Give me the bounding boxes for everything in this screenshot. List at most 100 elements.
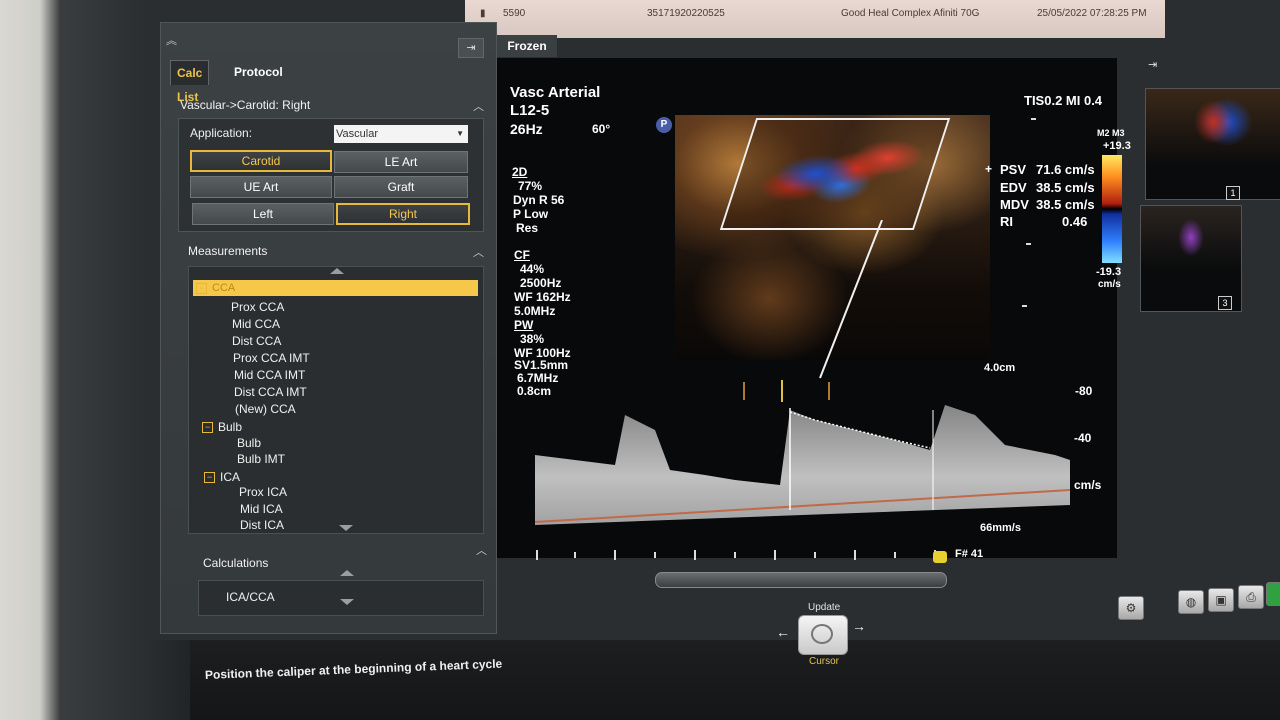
cf-frequency: 5.0MHz	[514, 304, 556, 318]
chevron-up-icon[interactable]: ︿	[473, 96, 484, 118]
scale-minus-80: -80	[1075, 384, 1093, 398]
left-button[interactable]: Left	[192, 203, 334, 225]
pw-depth: 0.8cm	[517, 384, 552, 398]
2d-persistence: P Low	[513, 207, 549, 221]
spectral-doppler-trace[interactable]	[535, 400, 1070, 530]
preset-label: Vasc Arterial	[510, 84, 601, 101]
application-label: Application:	[190, 126, 253, 140]
tab-calc-list[interactable]: Calc List	[170, 60, 210, 104]
bar-icon: ▮	[480, 8, 486, 19]
application-value: Vascular	[336, 128, 378, 140]
cine-slider[interactable]	[655, 572, 947, 588]
list-item-label: CCA	[212, 282, 236, 294]
frame-rate: 26Hz	[510, 121, 543, 137]
scroll-down-icon[interactable]	[340, 599, 354, 605]
color-velocity-bar	[1102, 155, 1122, 263]
exam-datetime: 25/05/2022 07:28:25 PM	[1037, 8, 1147, 19]
cine-slider-handle[interactable]	[933, 551, 947, 563]
collapse-icon[interactable]: −	[202, 422, 213, 434]
list-item[interactable]: Mid CCA	[232, 317, 280, 331]
protocol-title: Vascular->Carotid: Right	[180, 98, 311, 112]
list-item-cca[interactable]: − CCA	[196, 282, 235, 294]
right-button[interactable]: Right	[336, 203, 470, 225]
edv-value: 38.5 cm/s	[1036, 180, 1095, 195]
doppler-cursor-line[interactable]	[810, 220, 890, 380]
pin-icon[interactable]: ⇥	[1148, 58, 1157, 71]
tab-protocol[interactable]: Protocol	[228, 60, 289, 84]
graft-button[interactable]: Graft	[334, 176, 468, 198]
list-item[interactable]: Prox CCA	[231, 300, 284, 314]
colorbar-unit: cm/s	[1098, 279, 1121, 290]
list-item[interactable]: Mid ICA	[240, 502, 283, 516]
cursor-control-button[interactable]	[798, 615, 848, 655]
depth-tick	[1031, 118, 1036, 120]
cursor-label: Cursor	[809, 656, 840, 667]
depth-tick	[1026, 243, 1031, 245]
globe-tool-icon[interactable]: ◍	[1178, 590, 1204, 614]
psv-label: PSV	[1000, 162, 1027, 177]
pw-gain: 38%	[520, 332, 545, 346]
arrow-left-icon[interactable]: ←	[776, 624, 790, 640]
2d-title: 2D	[512, 165, 528, 179]
list-item[interactable]: Prox CCA IMT	[233, 351, 310, 365]
sweep-speed: 66mm/s	[980, 522, 1021, 534]
chevron-up-icon[interactable]: ︿	[476, 540, 487, 562]
chevron-up-icon[interactable]: ︿	[473, 242, 484, 264]
panel-collapse-icon[interactable]: ︽	[166, 32, 177, 48]
list-item[interactable]: Mid CCA IMT	[234, 368, 305, 382]
depth-readout: 4.0cm	[984, 362, 1016, 374]
measurements-header[interactable]: Measurements ︿	[180, 240, 490, 262]
settings-tool-icon[interactable]: ⚙	[1118, 596, 1144, 620]
mdv-value: 38.5 cm/s	[1036, 197, 1095, 212]
list-item-ica-group[interactable]: − ICA	[204, 470, 240, 484]
list-item[interactable]: Bulb IMT	[237, 452, 285, 466]
measurements-title: Measurements	[188, 244, 268, 258]
list-item-bulb-group[interactable]: − Bulb	[202, 420, 242, 434]
list-item[interactable]: Bulb	[237, 436, 261, 450]
scroll-up-icon[interactable]	[340, 570, 354, 576]
list-item[interactable]: Dist CCA	[232, 334, 281, 348]
patient-info-bar: ▮ 5590 35171920220525 Good Heal Complex …	[465, 0, 1165, 38]
calculations-title: Calculations	[203, 556, 269, 570]
list-item-label: Bulb	[218, 420, 243, 434]
list-item-label: ICA	[220, 470, 241, 484]
thumbnail-image-1[interactable]	[1145, 88, 1280, 200]
patient-id: 35171920220525	[647, 8, 725, 19]
list-item[interactable]: Prox ICA	[239, 485, 287, 499]
collapse-icon[interactable]: −	[204, 472, 215, 484]
probe-orientation-icon: P	[656, 117, 672, 133]
gate-markers	[743, 380, 830, 402]
arrow-right-icon[interactable]: →	[852, 618, 866, 634]
application-select[interactable]: Vascular ▼	[334, 125, 468, 143]
status-tool-icon[interactable]	[1266, 582, 1280, 606]
depth-tick	[1022, 305, 1027, 307]
edv-label: EDV	[1000, 180, 1027, 195]
selected-row-highlight	[193, 280, 478, 296]
carotid-button[interactable]: Carotid	[190, 150, 332, 172]
collapse-icon[interactable]: −	[196, 282, 207, 294]
mdv-label: MDV	[1000, 197, 1029, 212]
info-id: 5590	[503, 8, 526, 19]
cf-wall-filter: WF 162Hz	[514, 290, 571, 304]
2d-gain: 77%	[518, 179, 543, 193]
list-item-ica-cca[interactable]: ICA/CCA	[226, 590, 275, 604]
cf-prf: 2500Hz	[520, 276, 562, 290]
protocol-group-header[interactable]: Vascular->Carotid: Right ︿	[172, 94, 490, 116]
le-art-button[interactable]: LE Art	[334, 151, 468, 173]
scroll-down-icon[interactable]	[339, 525, 353, 531]
pw-sample-volume: SV1.5mm	[514, 358, 569, 372]
scroll-up-icon[interactable]	[330, 268, 344, 274]
color-flow-box[interactable]	[719, 118, 951, 230]
scale-minus-40: -40	[1074, 431, 1092, 445]
cf-gain: 44%	[520, 262, 545, 276]
layout-tool-icon[interactable]: ▣	[1208, 588, 1234, 612]
list-item[interactable]: Dist ICA	[240, 518, 284, 532]
pin-icon[interactable]: ⇥	[458, 38, 484, 58]
psv-value: 71.6 cm/s	[1036, 162, 1095, 177]
list-item[interactable]: (New) CCA	[235, 402, 296, 416]
list-item[interactable]: Dist CCA IMT	[234, 385, 307, 399]
print-tool-icon[interactable]: ⎙	[1238, 585, 1264, 609]
ue-art-button[interactable]: UE Art	[190, 176, 332, 198]
thumbnail-3-number: 3	[1218, 296, 1232, 310]
site-name: Good Heal Complex Afiniti 70G	[841, 8, 980, 19]
